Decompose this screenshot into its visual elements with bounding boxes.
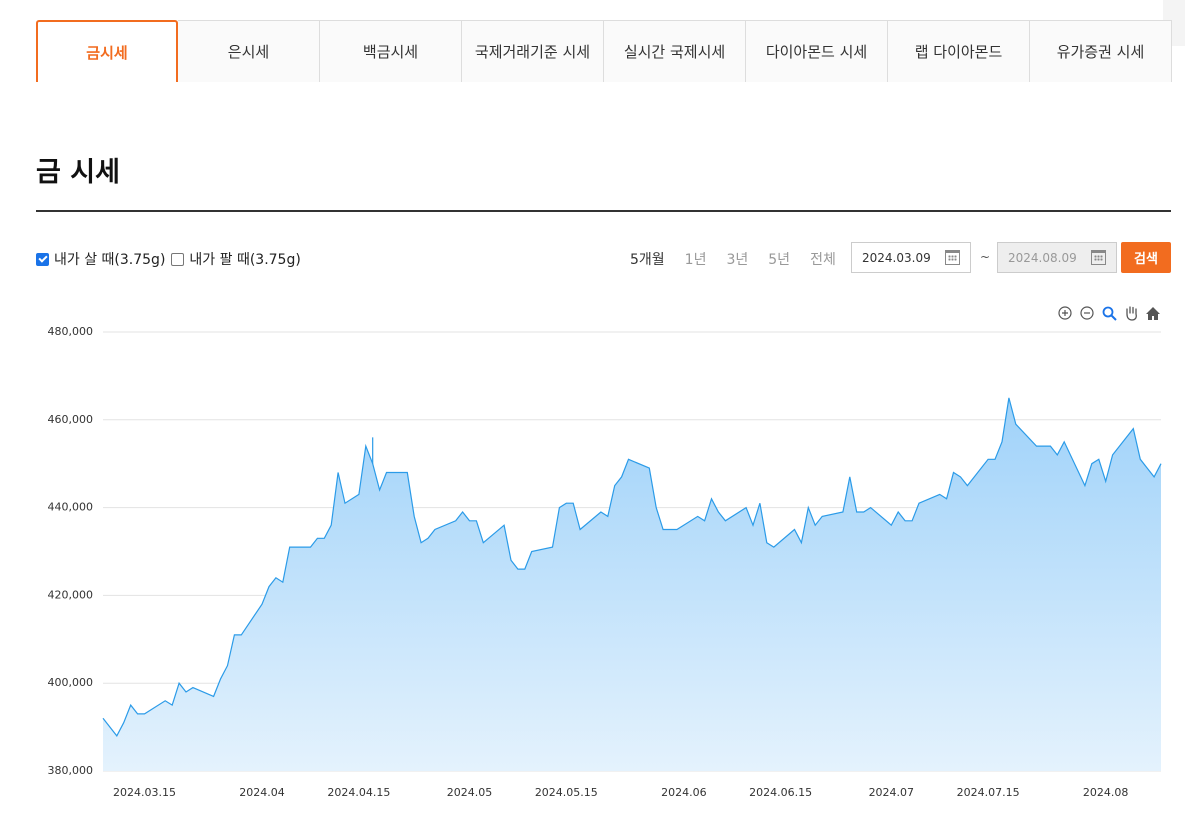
y-tick-label: 420,000 [48, 588, 94, 601]
title-divider [36, 210, 1171, 212]
end-date-field[interactable]: 2024.08.09 [997, 242, 1117, 273]
tab-diamond[interactable]: 다이아몬드 시세 [746, 20, 888, 82]
period-selector: 5개월 1년 3년 5년 전체 [630, 249, 856, 269]
start-date-value: 2024.03.09 [862, 250, 931, 265]
end-date-value: 2024.08.09 [1008, 250, 1077, 265]
y-tick-label: 380,000 [48, 764, 94, 777]
calendar-icon[interactable] [945, 250, 960, 265]
sell-price-label: 내가 팔 때(3.75g) [189, 252, 301, 268]
x-tick-label: 2024.07.15 [957, 786, 1020, 799]
period-1-year[interactable]: 1년 [685, 249, 707, 269]
y-tick-label: 440,000 [48, 501, 94, 514]
buy-price-label: 내가 살 때(3.75g) [54, 252, 166, 268]
period-5-years[interactable]: 5년 [768, 249, 790, 269]
price-type-filters: 내가 살 때(3.75g) 내가 팔 때(3.75g) [36, 249, 307, 269]
tab-gold[interactable]: 금시세 [36, 20, 178, 82]
y-tick-label: 460,000 [48, 413, 94, 426]
x-tick-label: 2024.05.15 [535, 786, 598, 799]
date-range-separator: ~ [980, 250, 991, 264]
search-button[interactable]: 검색 [1121, 242, 1171, 273]
period-all[interactable]: 전체 [810, 249, 836, 269]
sell-price-option[interactable]: 내가 팔 때(3.75g) [171, 249, 301, 269]
tab-international-standard[interactable]: 국제거래기준 시세 [462, 20, 604, 82]
x-tick-label: 2024.04.15 [327, 786, 390, 799]
tab-lab-diamond[interactable]: 랩 다이아몬드 [888, 20, 1030, 82]
buy-price-option[interactable]: 내가 살 때(3.75g) [36, 249, 165, 269]
x-tick-label: 2024.03.15 [113, 786, 176, 799]
x-tick-label: 2024.07 [869, 786, 915, 799]
tab-platinum[interactable]: 백금시세 [320, 20, 462, 82]
calendar-icon[interactable] [1091, 250, 1106, 265]
page-title: 금 시세 [36, 157, 120, 188]
period-3-years[interactable]: 3년 [726, 249, 748, 269]
x-tick-label: 2024.08 [1083, 786, 1129, 799]
period-5-months[interactable]: 5개월 [630, 249, 665, 269]
gold-price-chart: 380,000 400,000 420,000 440,000 460,000 480,0… [48, 325, 1162, 799]
x-tick-label: 2024.05 [447, 786, 493, 799]
category-tabs: 금시세 은시세 백금시세 국제거래기준 시세 실시간 국제시세 다이아몬드 시세… [36, 20, 1172, 82]
tab-silver[interactable]: 은시세 [178, 20, 320, 82]
x-tick-label: 2024.06.15 [749, 786, 812, 799]
buy-price-checkbox[interactable] [36, 252, 49, 266]
price-area [103, 397, 1161, 771]
tab-securities[interactable]: 유가증권 시세 [1030, 20, 1172, 82]
sell-price-checkbox[interactable] [171, 252, 185, 266]
start-date-field[interactable]: 2024.03.09 [851, 242, 971, 273]
x-tick-label: 2024.04 [239, 786, 285, 799]
y-tick-label: 400,000 [48, 676, 94, 689]
tab-realtime-international[interactable]: 실시간 국제시세 [604, 20, 746, 82]
y-tick-label: 480,000 [48, 325, 94, 338]
x-tick-label: 2024.06 [661, 786, 707, 799]
